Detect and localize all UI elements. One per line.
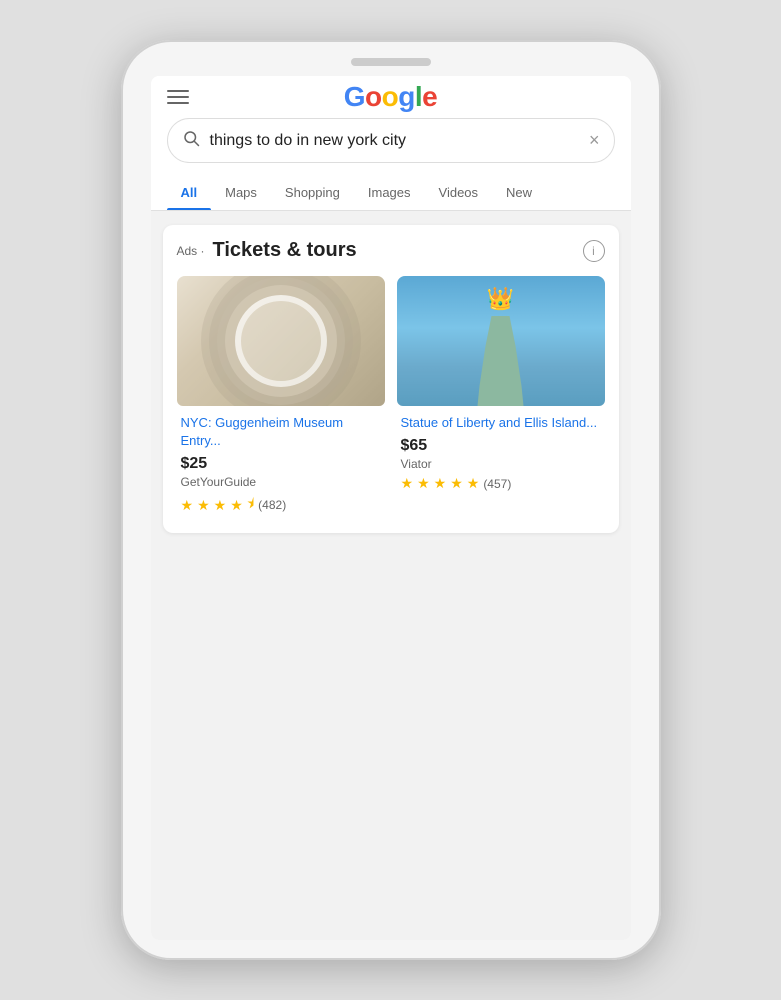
logo-l: l <box>415 81 422 113</box>
tabs-bar: All Maps Shopping Images Videos New <box>151 175 631 211</box>
phone-speaker <box>351 58 431 66</box>
liberty-stars: ★ ★ ★ ★ ★ (457) <box>401 475 601 492</box>
main-content: Ads · Tickets & tours i NYC: Guggenheim … <box>151 211 631 940</box>
search-icon <box>182 129 200 152</box>
guggenheim-provider: GetYourGuide <box>181 475 381 489</box>
liberty-price: $65 <box>401 437 601 455</box>
guggenheim-price: $25 <box>181 455 381 473</box>
search-query-text[interactable]: things to do in new york city <box>210 132 579 150</box>
guggenheim-info: NYC: Guggenheim Museum Entry... $25 GetY… <box>177 406 385 517</box>
star-2: ★ <box>197 497 210 514</box>
products-row: NYC: Guggenheim Museum Entry... $25 GetY… <box>177 276 605 517</box>
lib-star-2: ★ <box>417 475 430 492</box>
logo-g: G <box>344 81 365 113</box>
star-3: ★ <box>214 497 227 514</box>
search-bar[interactable]: things to do in new york city × <box>167 118 615 163</box>
star-4: ★ <box>230 497 243 514</box>
liberty-info: Statue of Liberty and Ellis Island... $6… <box>397 406 605 492</box>
guggenheim-image <box>177 276 385 406</box>
guggenheim-reviews: (482) <box>258 498 286 512</box>
hamburger-menu-icon[interactable] <box>167 90 189 104</box>
logo-o2: o <box>382 81 399 113</box>
liberty-provider: Viator <box>401 457 601 471</box>
logo-e: e <box>422 81 437 113</box>
lib-star-5: ★ <box>467 475 480 492</box>
lib-star-3: ★ <box>434 475 447 492</box>
ads-header: Ads · Tickets & tours i <box>177 239 605 262</box>
liberty-title[interactable]: Statue of Liberty and Ellis Island... <box>401 414 601 432</box>
tab-all[interactable]: All <box>167 175 212 210</box>
liberty-image <box>397 276 605 406</box>
header: G o o g l e <box>151 76 631 114</box>
product-card-liberty[interactable]: Statue of Liberty and Ellis Island... $6… <box>397 276 605 517</box>
logo-o1: o <box>365 81 382 113</box>
star-1: ★ <box>181 497 194 514</box>
guggenheim-stars: ★ ★ ★ ★ ⯨ (482) <box>181 493 381 517</box>
logo-g2: g <box>398 81 415 113</box>
lib-star-4: ★ <box>450 475 463 492</box>
product-card-guggenheim[interactable]: NYC: Guggenheim Museum Entry... $25 GetY… <box>177 276 385 517</box>
phone-screen: G o o g l e things to do in new york cit… <box>151 76 631 940</box>
ads-card: Ads · Tickets & tours i NYC: Guggenheim … <box>163 225 619 533</box>
tab-videos[interactable]: Videos <box>425 175 493 210</box>
star-half: ⯨ <box>247 493 254 517</box>
info-icon[interactable]: i <box>583 240 605 262</box>
clear-search-icon[interactable]: × <box>589 130 600 151</box>
search-bar-container: things to do in new york city × <box>151 114 631 175</box>
tab-news[interactable]: New <box>492 175 546 210</box>
ads-section-title: Tickets & tours <box>213 239 357 262</box>
liberty-reviews: (457) <box>483 477 511 491</box>
ads-label: Ads · <box>177 244 205 258</box>
tab-shopping[interactable]: Shopping <box>271 175 354 210</box>
tab-maps[interactable]: Maps <box>211 175 271 210</box>
guggenheim-title[interactable]: NYC: Guggenheim Museum Entry... <box>181 414 381 450</box>
tab-images[interactable]: Images <box>354 175 425 210</box>
phone-frame: G o o g l e things to do in new york cit… <box>121 40 661 960</box>
ads-title-group: Ads · Tickets & tours <box>177 239 357 262</box>
lib-star-1: ★ <box>401 475 414 492</box>
google-logo: G o o g l e <box>344 81 437 113</box>
